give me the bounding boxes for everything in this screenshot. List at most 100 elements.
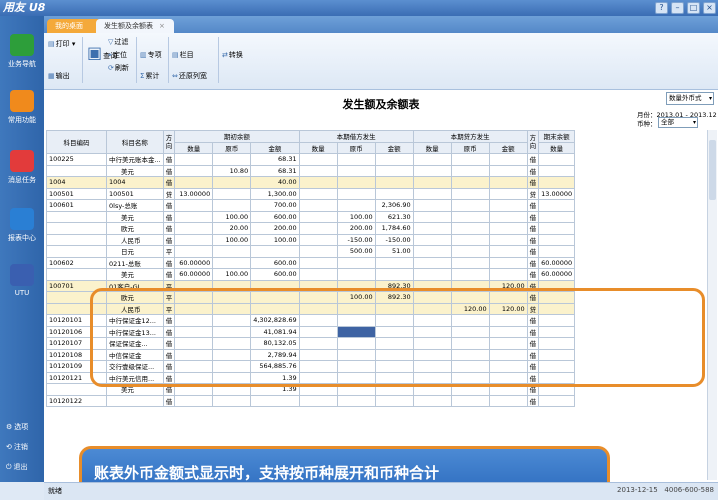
table-cell[interactable]: [374, 187, 414, 200]
table-cell[interactable]: [412, 245, 452, 258]
table-cell[interactable]: [412, 164, 452, 177]
table-cell[interactable]: [336, 164, 376, 177]
table-cell[interactable]: 借: [526, 176, 540, 189]
table-cell[interactable]: [298, 164, 338, 177]
table-cell[interactable]: 100225: [46, 153, 107, 166]
table-cell[interactable]: 13.00000: [538, 187, 576, 200]
table-cell[interactable]: [46, 233, 107, 246]
table-cell[interactable]: [450, 245, 490, 258]
table-cell[interactable]: 借: [162, 222, 176, 235]
table-cell[interactable]: 100.00: [212, 233, 252, 246]
table-cell[interactable]: 100.00: [336, 210, 376, 223]
table-cell[interactable]: [488, 176, 528, 189]
table-cell[interactable]: [412, 210, 452, 223]
nav-messages[interactable]: 消息任务: [0, 150, 44, 185]
minimize-icon[interactable]: –: [671, 2, 684, 14]
table-row[interactable]: 100601 0lsy-总账借 700.00 2,306.90 借: [46, 199, 576, 212]
refresh-button[interactable]: ⟳刷新: [108, 63, 129, 73]
table-cell[interactable]: 20.00: [212, 222, 252, 235]
tab-desktop[interactable]: 我的桌面: [47, 19, 101, 33]
table-cell[interactable]: 贷: [162, 187, 176, 200]
table-cell[interactable]: [450, 222, 490, 235]
table-cell[interactable]: [336, 199, 376, 212]
table-cell[interactable]: 600.00: [250, 256, 300, 269]
table-cell[interactable]: 欧元: [106, 222, 164, 235]
table-cell[interactable]: [212, 394, 252, 407]
table-cell[interactable]: [212, 256, 252, 269]
table-cell[interactable]: [538, 233, 576, 246]
table-cell[interactable]: [298, 256, 338, 269]
nav-exit[interactable]: ⏻ 退出: [6, 462, 28, 472]
table-cell[interactable]: 2,306.90: [374, 199, 414, 212]
table-cell[interactable]: [450, 153, 490, 166]
item-button[interactable]: ▥专项: [140, 50, 162, 60]
display-mode-select[interactable]: 数量外币式 ▾: [666, 92, 714, 105]
table-cell[interactable]: 0lsy-总账: [106, 199, 164, 212]
table-cell[interactable]: 100501: [106, 187, 164, 200]
table-cell[interactable]: [488, 245, 528, 258]
print-button[interactable]: ▤打印 ▾: [48, 39, 75, 49]
columns-button[interactable]: ▤栏目: [172, 50, 194, 60]
table-cell[interactable]: [298, 210, 338, 223]
table-cell[interactable]: [374, 268, 414, 281]
table-cell[interactable]: [538, 394, 576, 407]
table-cell[interactable]: 借: [162, 256, 176, 269]
table-cell[interactable]: [336, 394, 376, 407]
table-cell[interactable]: [174, 176, 214, 189]
table-cell[interactable]: [336, 153, 376, 166]
table-cell[interactable]: 10.80: [212, 164, 252, 177]
table-cell[interactable]: 借: [162, 394, 176, 407]
table-cell[interactable]: 1004: [46, 176, 107, 189]
table-cell[interactable]: 贷: [526, 187, 540, 200]
table-cell[interactable]: 借: [526, 233, 540, 246]
table-cell[interactable]: 美元: [106, 164, 164, 177]
table-cell[interactable]: [488, 394, 528, 407]
nav-common[interactable]: 常用功能: [0, 90, 44, 125]
table-cell[interactable]: [174, 394, 214, 407]
table-cell[interactable]: [412, 199, 452, 212]
filter-button[interactable]: ▽过滤: [108, 37, 128, 47]
table-cell[interactable]: [412, 394, 452, 407]
table-row[interactable]: 100501 100501 贷 13.00000 1,300.00 贷 13.00000: [46, 187, 576, 200]
close-tab-icon[interactable]: ×: [159, 22, 165, 30]
table-cell[interactable]: 600.00: [250, 210, 300, 223]
vertical-scrollbar[interactable]: [707, 130, 717, 480]
table-cell[interactable]: [538, 176, 576, 189]
maximize-icon[interactable]: □: [687, 2, 700, 14]
table-cell[interactable]: 借: [526, 394, 540, 407]
table-cell[interactable]: [538, 164, 576, 177]
table-cell[interactable]: [212, 153, 252, 166]
table-cell[interactable]: 100602: [46, 256, 107, 269]
table-cell[interactable]: 0211-总账: [106, 256, 164, 269]
table-row[interactable]: 欧元借 20.00 200.00 200.00 1,784.60 借: [46, 222, 576, 235]
table-cell[interactable]: [488, 210, 528, 223]
restore-width-button[interactable]: ⇔还原列宽: [172, 71, 207, 81]
table-cell[interactable]: [46, 222, 107, 235]
table-cell[interactable]: [450, 176, 490, 189]
table-cell[interactable]: 借: [526, 245, 540, 258]
table-cell[interactable]: [412, 256, 452, 269]
tab-balance-report[interactable]: 发生额及余额表 ×: [96, 19, 174, 33]
table-cell[interactable]: [46, 268, 107, 281]
table-cell[interactable]: 51.00: [374, 245, 414, 258]
table-cell[interactable]: 40.00: [250, 176, 300, 189]
table-cell[interactable]: [212, 199, 252, 212]
table-cell[interactable]: [174, 222, 214, 235]
table-row[interactable]: 100225 中行美元账本金... 借 68.31 借: [46, 153, 576, 166]
table-cell[interactable]: 100.00: [250, 233, 300, 246]
table-cell[interactable]: 借: [162, 176, 176, 189]
table-cell[interactable]: 中行美元账本金...: [106, 153, 164, 166]
table-cell[interactable]: [298, 176, 338, 189]
table-cell[interactable]: [336, 256, 376, 269]
table-row[interactable]: 美元借 60.00000 100.00 600.00 借 60.00000: [46, 268, 576, 281]
table-cell[interactable]: [374, 394, 414, 407]
table-row[interactable]: 人民币借 100.00 100.00 -150.00 -150.00 借: [46, 233, 576, 246]
table-cell[interactable]: [298, 233, 338, 246]
table-cell[interactable]: [488, 268, 528, 281]
table-cell[interactable]: 借: [162, 199, 176, 212]
table-cell[interactable]: 100601: [46, 199, 107, 212]
table-cell[interactable]: [488, 153, 528, 166]
table-cell[interactable]: 100.00: [212, 268, 252, 281]
table-cell[interactable]: 借: [162, 210, 176, 223]
table-cell[interactable]: 人民币: [106, 233, 164, 246]
